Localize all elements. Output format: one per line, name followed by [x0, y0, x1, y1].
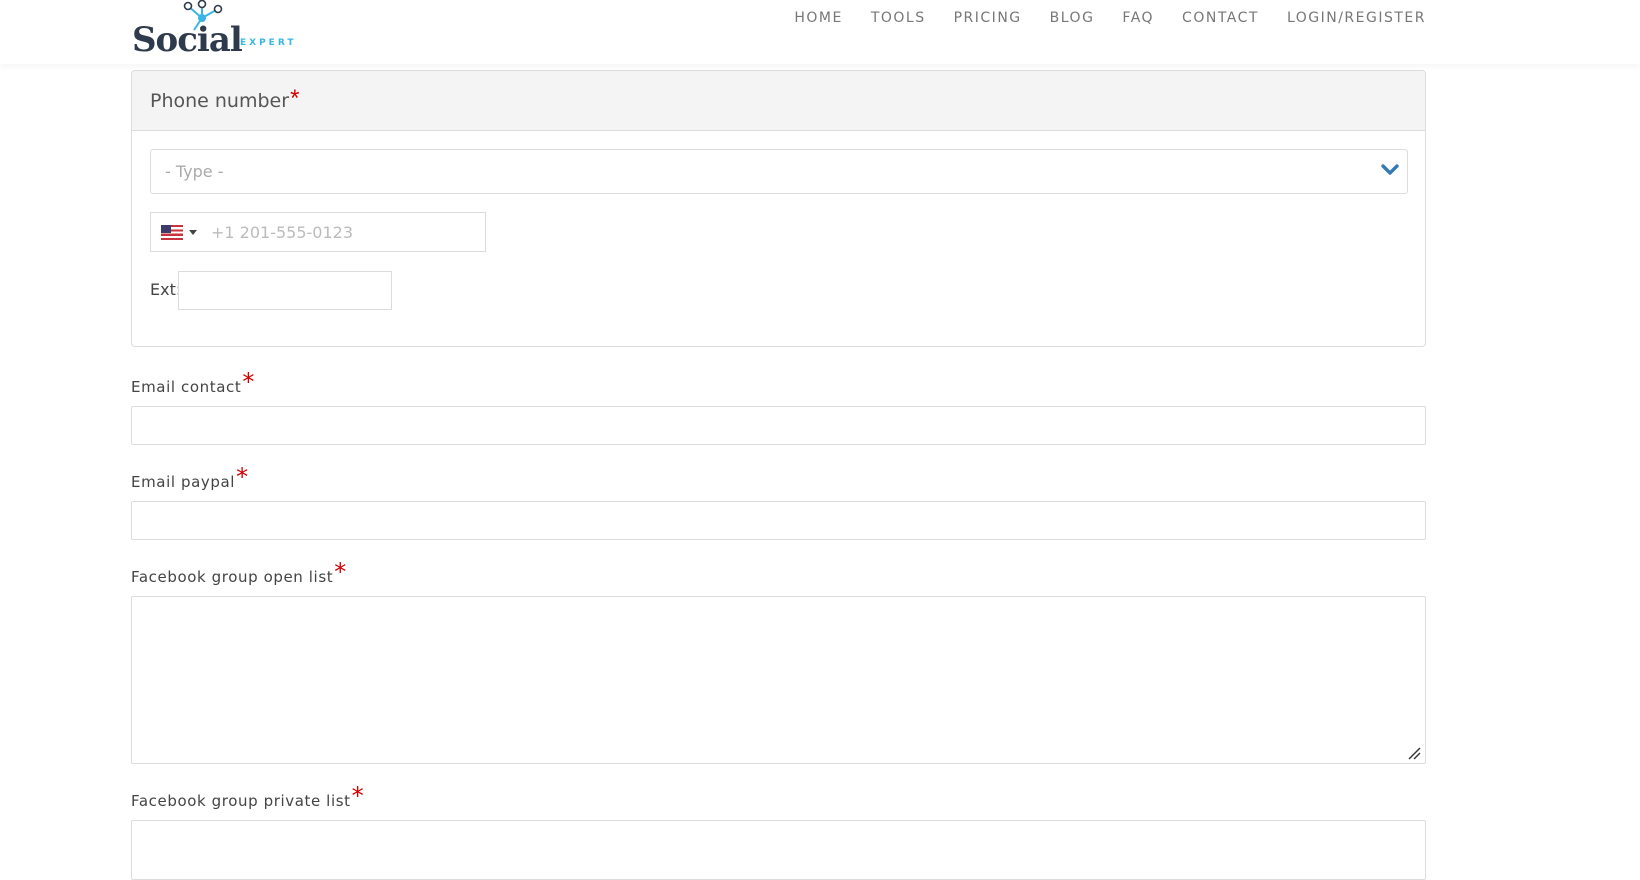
- resize-grip-icon[interactable]: [1407, 746, 1421, 760]
- us-flag-icon: [161, 225, 183, 240]
- phone-type-value: - Type -: [165, 162, 224, 181]
- site-logo[interactable]: Social EXPERT: [130, 0, 295, 60]
- nav-home[interactable]: HOME: [794, 10, 842, 26]
- chevron-down-icon: [1381, 164, 1399, 175]
- logo-subtitle: EXPERT: [240, 38, 297, 48]
- nav-pricing[interactable]: PRICING: [954, 10, 1022, 26]
- nav-tools[interactable]: TOOLS: [871, 10, 926, 26]
- fb-open-list-textarea[interactable]: [131, 596, 1426, 764]
- ext-input[interactable]: [178, 271, 392, 310]
- nav-faq[interactable]: FAQ: [1122, 10, 1154, 26]
- email-contact-label: Email contact*: [131, 368, 255, 396]
- phone-type-select[interactable]: - Type -: [150, 149, 1408, 194]
- email-paypal-label: Email paypal*: [131, 463, 249, 491]
- required-mark: *: [290, 84, 300, 112]
- phone-panel-title: Phone number: [150, 89, 290, 112]
- email-paypal-input[interactable]: [131, 501, 1426, 540]
- caret-down-icon: [189, 230, 197, 235]
- phone-number-panel: Phone number * - Type - Ext:: [131, 70, 1426, 347]
- fb-private-list-textarea[interactable]: [131, 820, 1426, 880]
- required-mark: *: [236, 463, 249, 491]
- phone-panel-header: Phone number *: [132, 71, 1425, 131]
- site-header: Social EXPERT HOME TOOLS PRICING BLOG FA…: [0, 0, 1640, 64]
- required-mark: *: [334, 558, 347, 586]
- nav-login-register[interactable]: LOGIN/REGISTER: [1287, 10, 1426, 26]
- main-nav: HOME TOOLS PRICING BLOG FAQ CONTACT LOGI…: [794, 0, 1426, 36]
- email-contact-input[interactable]: [131, 406, 1426, 445]
- fb-private-list-label: Facebook group private list*: [131, 782, 365, 810]
- required-mark: *: [351, 782, 365, 810]
- fb-open-list-label: Facebook group open list*: [131, 558, 347, 586]
- phone-input[interactable]: [211, 213, 481, 251]
- logo-wordmark: Social: [132, 20, 243, 60]
- nav-contact[interactable]: CONTACT: [1182, 10, 1259, 26]
- ext-label: Ext:: [150, 280, 182, 299]
- phone-field: [150, 212, 486, 252]
- nav-blog[interactable]: BLOG: [1050, 10, 1095, 26]
- required-mark: *: [242, 368, 255, 396]
- country-selector[interactable]: [161, 225, 197, 240]
